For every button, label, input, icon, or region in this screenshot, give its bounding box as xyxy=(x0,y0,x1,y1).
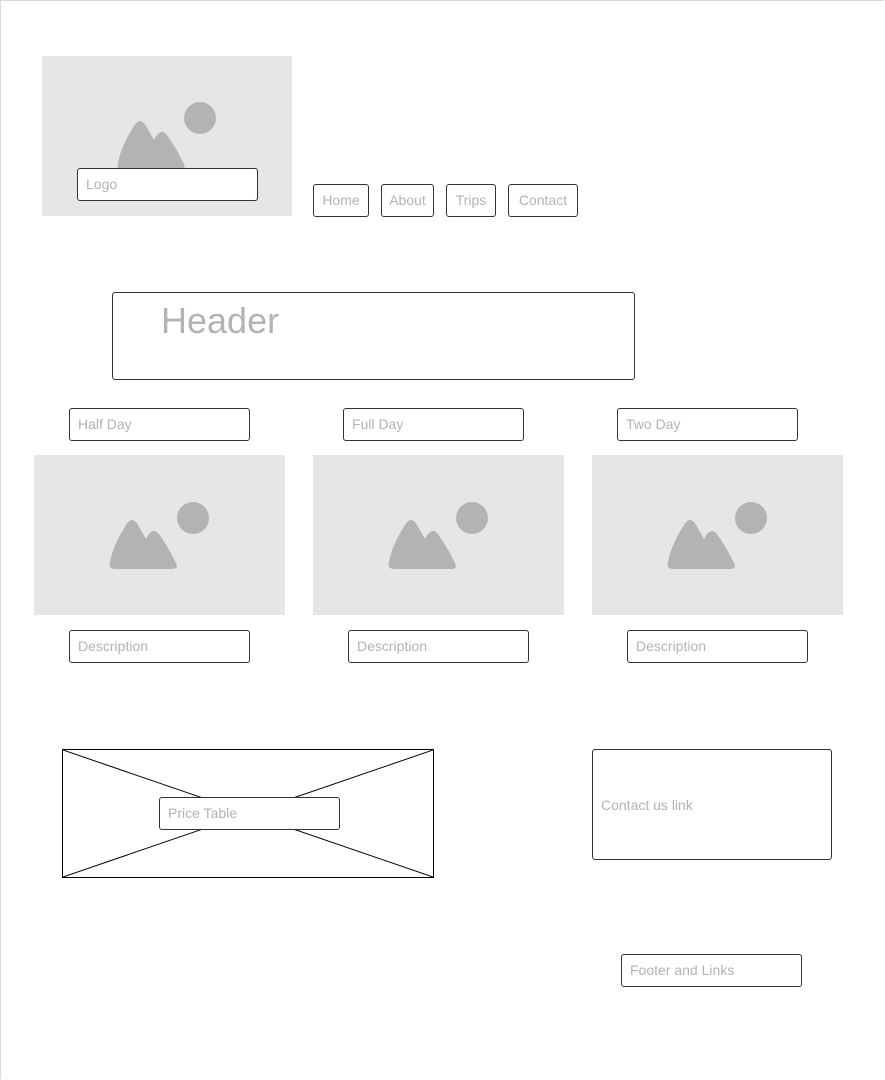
image-placeholder-icon xyxy=(388,502,488,569)
price-table-label: Price Table xyxy=(159,797,340,830)
trip-image-half-day xyxy=(34,455,285,615)
trip-image-full-day xyxy=(313,455,564,615)
nav-home-button[interactable]: Home xyxy=(313,184,369,217)
trip-description-full-day: Description xyxy=(348,630,529,663)
image-placeholder-icon xyxy=(109,502,209,569)
trip-title-full-day: Full Day xyxy=(343,408,524,441)
trip-description-half-day: Description xyxy=(69,630,250,663)
logo-label: Logo xyxy=(77,168,258,201)
nav-contact-button[interactable]: Contact xyxy=(508,184,578,217)
header-banner: Header xyxy=(112,292,635,380)
footer-links[interactable]: Footer and Links xyxy=(621,954,802,987)
image-placeholder-icon xyxy=(667,502,767,569)
header-title: Header xyxy=(161,300,280,341)
trip-title-half-day: Half Day xyxy=(69,408,250,441)
trip-description-two-day: Description xyxy=(627,630,808,663)
contact-us-label: Contact us link xyxy=(601,797,693,813)
nav-about-button[interactable]: About xyxy=(381,184,434,217)
contact-us-link[interactable]: Contact us link xyxy=(592,749,832,860)
trip-image-two-day xyxy=(592,455,843,615)
trip-title-two-day: Two Day xyxy=(617,408,798,441)
nav-trips-button[interactable]: Trips xyxy=(446,184,496,217)
